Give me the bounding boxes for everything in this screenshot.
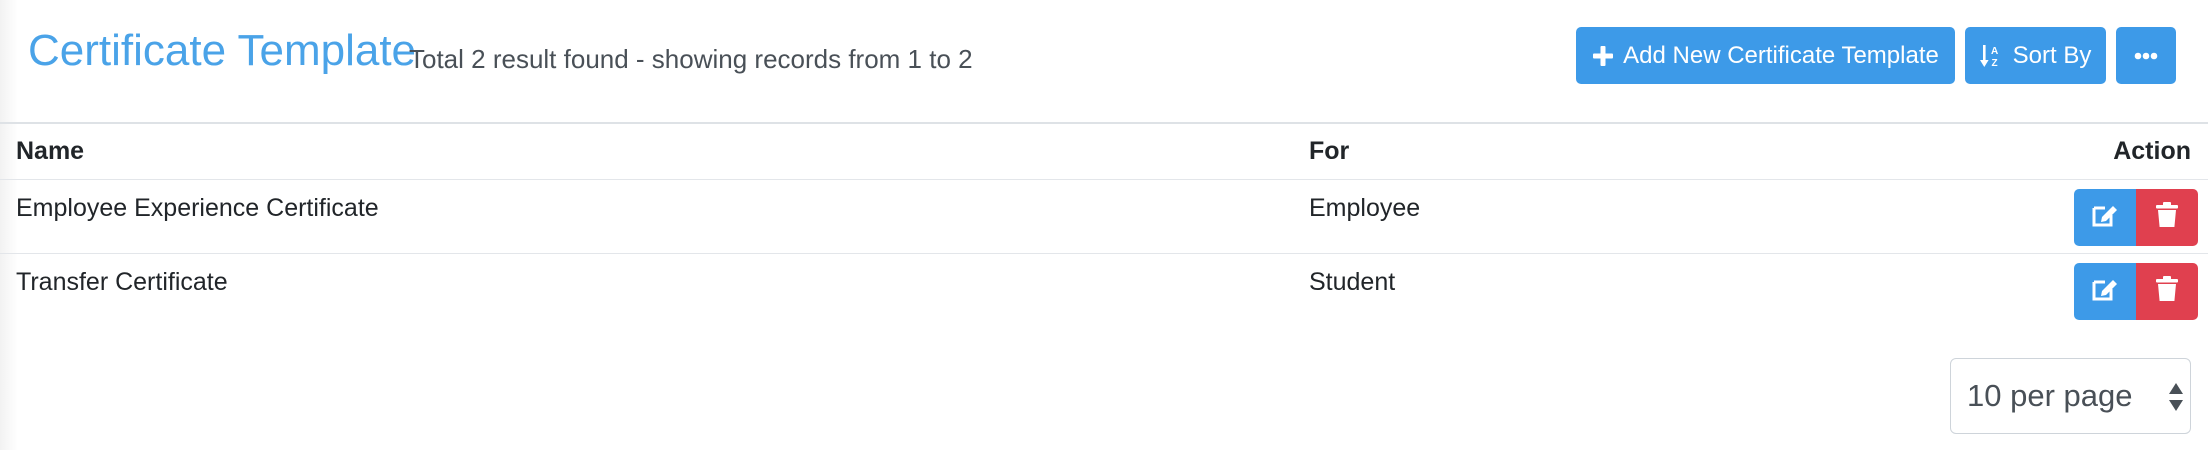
per-page-value: 10 per page [1967,378,2133,413]
svg-text:A: A [1991,46,1998,57]
trash-icon [2156,276,2178,307]
row-name-cell: Transfer Certificate [16,268,228,296]
row-divider [0,253,2208,254]
plus-icon [1592,45,1614,67]
more-options-button[interactable] [2116,27,2176,84]
add-certificate-template-button[interactable]: Add New Certificate Template [1576,27,1955,84]
edit-icon [2091,276,2119,307]
row-for-cell: Student [1309,268,1396,296]
column-header-name: Name [16,137,85,165]
per-page-select[interactable]: 10 per page [1950,358,2191,434]
column-header-action: Action [2113,137,2191,165]
edit-button[interactable] [2074,263,2136,320]
table-header-divider [0,179,2208,180]
edit-icon [2091,202,2119,233]
row-for-cell: Employee [1309,194,1421,222]
sort-alpha-icon: A Z [1979,43,2004,69]
result-summary: Total 2 result found - showing records f… [409,44,973,74]
svg-text:Z: Z [1991,58,1997,69]
page-header: Certificate Template Total 2 result foun… [0,0,2208,124]
trash-icon [2156,202,2178,233]
add-button-label: Add New Certificate Template [1623,41,1939,69]
sort-by-button[interactable]: A Z Sort By [1965,27,2106,84]
column-header-for: For [1309,137,1350,165]
sort-button-label: Sort By [2012,41,2092,69]
delete-button[interactable] [2136,189,2198,246]
select-updown-icon [2168,381,2184,421]
delete-button[interactable] [2136,263,2198,320]
ellipsis-icon [2134,52,2158,60]
page-title: Certificate Template [28,26,417,75]
edit-button[interactable] [2074,189,2136,246]
row-name-cell: Employee Experience Certificate [16,194,379,222]
